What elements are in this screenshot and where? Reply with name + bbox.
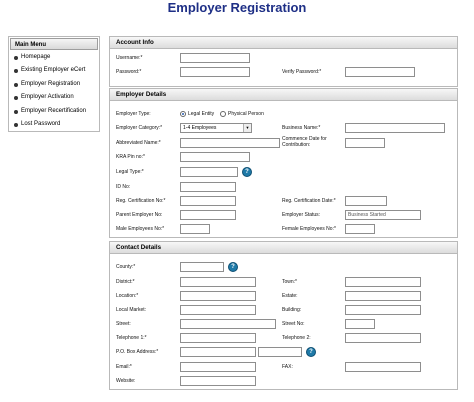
- employer-details-section: Employer Details Employer Type: Legal En…: [109, 88, 458, 238]
- business-name-label: Business Name:*: [282, 125, 321, 131]
- location-label: Location:*: [116, 293, 139, 299]
- physical-person-radio[interactable]: [220, 111, 226, 117]
- building-label: Building:: [282, 307, 302, 313]
- telephone-2-label: Telephone 2:: [282, 335, 311, 341]
- email-label: Email:*: [116, 364, 132, 370]
- account-info-section: Account Info Username:* Password:* Verif…: [109, 36, 458, 87]
- verify-password-label: Verify Password:*: [282, 69, 322, 75]
- menu-item-employer-recertification[interactable]: Employer Recertification: [9, 105, 99, 118]
- bullet-icon: [14, 82, 18, 87]
- male-employees-label: Male Employees No:*: [116, 226, 165, 232]
- estate-label: Estate:: [282, 293, 298, 299]
- business-name-input[interactable]: [345, 123, 445, 133]
- password-label: Password:*: [116, 69, 142, 75]
- bullet-icon: [14, 56, 18, 60]
- legal-entity-radio[interactable]: [180, 111, 186, 117]
- parent-employer-input[interactable]: [180, 210, 236, 220]
- help-icon[interactable]: ?: [242, 167, 252, 177]
- menu-item-homepage[interactable]: Homepage: [9, 51, 99, 64]
- location-input[interactable]: [180, 291, 256, 301]
- telephone-1-input[interactable]: [180, 333, 256, 343]
- verify-password-input[interactable]: [345, 67, 415, 77]
- kra-pin-label: KRA Pin no:*: [116, 154, 145, 160]
- email-input[interactable]: [180, 362, 256, 372]
- contact-details-header: Contact Details: [110, 242, 457, 254]
- street-input[interactable]: [180, 319, 276, 329]
- id-no-label: ID No:: [116, 184, 131, 190]
- website-input[interactable]: [180, 376, 256, 386]
- employer-status-input: Business Started: [345, 210, 421, 220]
- kra-pin-input[interactable]: [180, 152, 250, 162]
- fax-label: FAX:: [282, 364, 293, 370]
- po-box-label: P.O. Box Address:*: [116, 349, 159, 355]
- employer-details-header: Employer Details: [110, 89, 457, 101]
- menu-item-lost-password[interactable]: Lost Password: [9, 118, 99, 131]
- bullet-icon: [14, 96, 18, 101]
- employer-category-label: Employer Category:*: [116, 125, 163, 131]
- abbreviated-name-input[interactable]: [180, 138, 280, 148]
- employer-category-select[interactable]: 1-4 Employees ▼: [180, 123, 252, 133]
- local-market-label: Local Market:: [116, 307, 147, 313]
- bullet-icon: [14, 122, 18, 127]
- abbreviated-name-label: Abbreviated Name:*: [116, 140, 161, 146]
- chevron-down-icon: ▼: [243, 124, 251, 132]
- reg-cert-no-label: Reg. Certification No:*: [116, 198, 166, 204]
- building-input[interactable]: [345, 305, 421, 315]
- street-no-input[interactable]: [345, 319, 375, 329]
- reg-cert-date-input[interactable]: [345, 196, 387, 206]
- commence-date-input[interactable]: [345, 138, 385, 148]
- fax-input[interactable]: [345, 362, 421, 372]
- legal-type-label: Legal Type:*: [116, 169, 144, 175]
- town-input[interactable]: [345, 277, 421, 287]
- street-no-label: Street No:: [282, 321, 305, 327]
- password-input[interactable]: [180, 67, 250, 77]
- physical-person-label: Physical Person: [228, 111, 264, 117]
- employer-status-label: Employer Status:: [282, 212, 321, 218]
- page-title: Employer Registration: [167, 0, 307, 15]
- female-employees-input[interactable]: [345, 224, 375, 234]
- contact-details-section: Contact Details County:* ? District:* To…: [109, 241, 458, 390]
- legal-type-input[interactable]: [180, 167, 238, 177]
- bullet-icon: [14, 69, 18, 74]
- menu-item-existing-ecert[interactable]: Existing Employer eCert: [9, 64, 99, 77]
- estate-input[interactable]: [345, 291, 421, 301]
- district-input[interactable]: [180, 277, 256, 287]
- local-market-input[interactable]: [180, 305, 256, 315]
- county-label: County:*: [116, 264, 136, 270]
- main-menu: Main Menu Homepage Existing Employer eCe…: [8, 36, 100, 132]
- id-no-input[interactable]: [180, 182, 236, 192]
- bullet-icon: [14, 109, 18, 114]
- reg-cert-date-label: Reg. Certification Date:*: [282, 198, 336, 204]
- menu-item-employer-registration[interactable]: Employer Registration: [9, 78, 99, 91]
- female-employees-label: Female Employees No:*: [282, 226, 336, 232]
- website-label: Website:: [116, 378, 136, 384]
- legal-entity-label: Legal Entity: [188, 111, 215, 117]
- reg-cert-no-input[interactable]: [180, 196, 236, 206]
- employer-type-label: Employer Type:: [116, 111, 151, 117]
- help-icon[interactable]: ?: [306, 347, 316, 357]
- postal-code-input[interactable]: [258, 347, 302, 357]
- username-input[interactable]: [180, 53, 250, 63]
- district-label: District:*: [116, 279, 135, 285]
- help-icon[interactable]: ?: [228, 262, 238, 272]
- account-info-header: Account Info: [110, 37, 457, 49]
- menu-item-employer-activation[interactable]: Employer Activation: [9, 91, 99, 104]
- po-box-input[interactable]: [180, 347, 256, 357]
- street-label: Street:: [116, 321, 131, 327]
- parent-employer-label: Parent Employer No:: [116, 212, 163, 218]
- county-input[interactable]: [180, 262, 224, 272]
- commence-date-label: Commence Date for Contribution:: [282, 136, 327, 148]
- telephone-2-input[interactable]: [345, 333, 421, 343]
- username-label: Username:*: [116, 55, 143, 61]
- telephone-1-label: Telephone 1:*: [116, 335, 147, 341]
- male-employees-input[interactable]: [180, 224, 210, 234]
- town-label: Town:*: [282, 279, 298, 285]
- menu-header: Main Menu: [10, 38, 98, 50]
